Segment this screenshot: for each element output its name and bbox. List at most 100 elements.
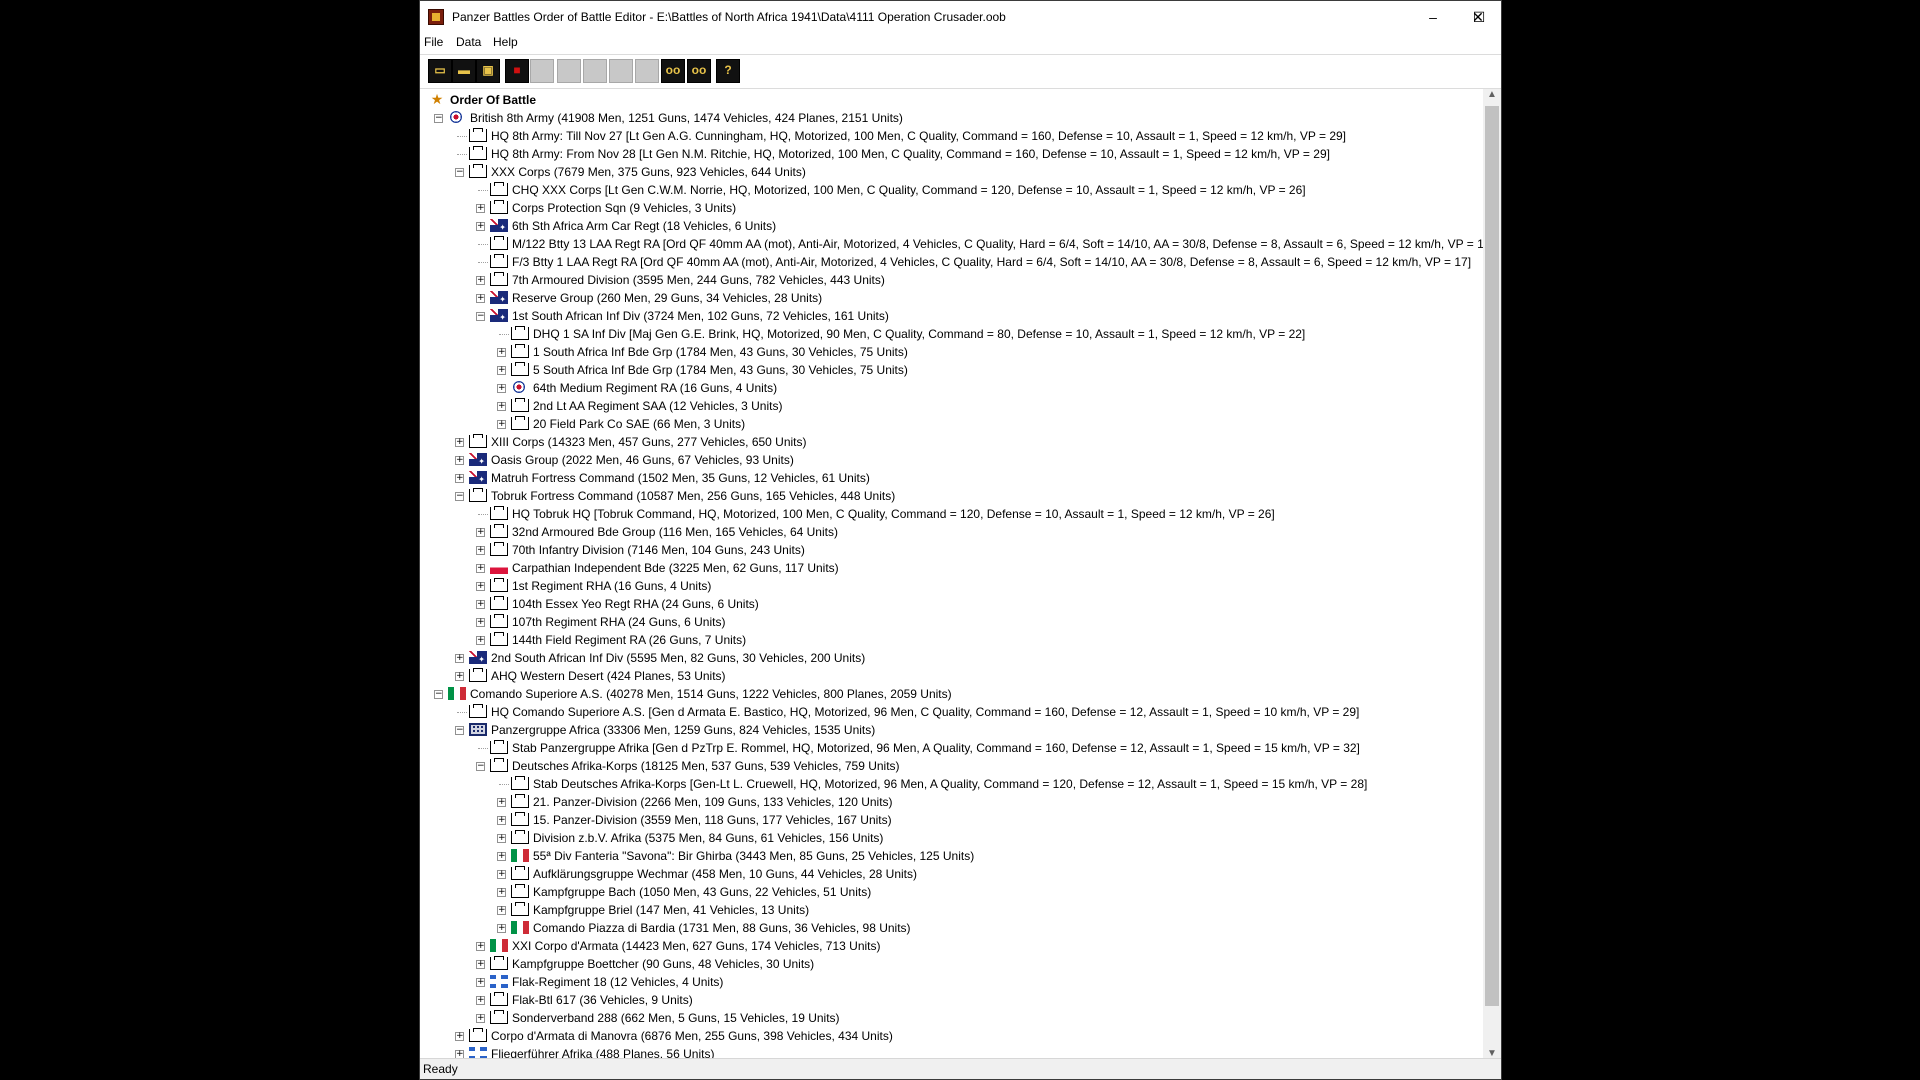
tree-item-label: HQ Tobruk HQ [Tobruk Command, HQ, Motori… (512, 507, 1275, 521)
expand-icon[interactable]: + (497, 402, 506, 411)
unit-symbol-icon (490, 254, 508, 268)
tree-item-label: Corps Protection Sqn (9 Vehicles, 3 Unit… (512, 201, 737, 215)
status-text: Ready (423, 1062, 458, 1076)
menu-help[interactable]: Help (493, 35, 518, 49)
tree-item-label: Tobruk Fortress Command (10587 Men, 256 … (491, 489, 896, 503)
expand-icon[interactable]: + (497, 906, 506, 915)
find-next-icon[interactable]: oo (687, 59, 711, 83)
tree-item-label: Kampfgruppe Briel (147 Men, 41 Vehicles,… (533, 903, 810, 917)
collapse-icon[interactable]: − (476, 762, 485, 771)
collapse-icon[interactable]: − (476, 312, 485, 321)
commonwealth-flag-icon (490, 291, 508, 304)
expand-icon[interactable]: + (497, 870, 506, 879)
tree-item-label: 55ª Div Fanteria "Savona": Bir Ghirba (3… (533, 849, 975, 863)
paste-icon[interactable] (583, 59, 607, 83)
unit-symbol-icon (490, 272, 508, 286)
vertical-scrollbar[interactable]: ▲ ▼ (1483, 89, 1501, 1059)
scrollbar-thumb[interactable] (1485, 106, 1499, 1006)
expand-icon[interactable]: + (455, 438, 464, 447)
expand-icon[interactable]: + (476, 564, 485, 573)
collapse-icon[interactable]: − (455, 168, 464, 177)
expand-icon[interactable]: + (476, 618, 485, 627)
expand-icon[interactable]: + (476, 996, 485, 1005)
expand-icon[interactable]: + (455, 1032, 464, 1041)
unit-symbol-icon (511, 794, 529, 808)
open-file-icon[interactable]: ▬ (452, 59, 476, 83)
tree-item-label: 15. Panzer-Division (3559 Men, 118 Guns,… (533, 813, 892, 827)
unit-symbol-icon (490, 614, 508, 628)
expand-icon[interactable]: + (476, 204, 485, 213)
expand-icon[interactable]: + (497, 834, 506, 843)
move-up-icon[interactable] (609, 59, 633, 83)
copy-icon[interactable] (557, 59, 581, 83)
expand-icon[interactable]: + (455, 456, 464, 465)
expand-icon[interactable]: + (497, 888, 506, 897)
close-button[interactable]: ✕ (1455, 1, 1501, 33)
tree-item-label: Deutsches Afrika-Korps (18125 Men, 537 G… (512, 759, 900, 773)
save-file-icon[interactable]: ▣ (476, 59, 500, 83)
tree-item-label: 7th Armoured Division (3595 Men, 244 Gun… (512, 273, 885, 287)
help-glyph: ? (724, 63, 732, 77)
expand-icon[interactable]: + (476, 978, 485, 987)
expand-icon[interactable]: + (476, 294, 485, 303)
expand-icon[interactable]: + (476, 582, 485, 591)
order-of-battle-tree[interactable]: ★ Order Of Battle − British 8th Army (41908… (420, 89, 1483, 1059)
tree-item-label: AHQ Western Desert (424 Planes, 53 Units… (491, 669, 726, 683)
expand-icon[interactable]: + (476, 222, 485, 231)
expand-icon[interactable]: + (497, 852, 506, 861)
delete-icon[interactable]: ■ (505, 59, 529, 83)
tree-item-label: Stab Panzergruppe Afrika [Gen d PzTrp E.… (512, 741, 1360, 755)
help-icon[interactable]: ? (716, 59, 740, 83)
tree-item-label: British 8th Army (41908 Men, 1251 Guns, … (470, 111, 903, 125)
move-down-icon[interactable] (635, 59, 659, 83)
menu-data[interactable]: Data (456, 35, 481, 49)
expand-icon[interactable]: + (497, 384, 506, 393)
expand-icon[interactable]: + (476, 528, 485, 537)
tree-item-label: Panzergruppe Africa (33306 Men, 1259 Gun… (491, 723, 876, 737)
expand-icon[interactable]: + (455, 672, 464, 681)
collapse-icon[interactable]: − (434, 114, 443, 123)
tree-item-label: 104th Essex Yeo Regt RHA (24 Guns, 6 Uni… (512, 597, 759, 611)
save-file-glyph: ▣ (482, 63, 494, 77)
expand-icon[interactable]: + (476, 546, 485, 555)
expand-icon[interactable]: + (497, 798, 506, 807)
unit-symbol-icon (511, 884, 529, 898)
expand-icon[interactable]: + (476, 960, 485, 969)
scroll-up-icon[interactable]: ▲ (1483, 89, 1501, 100)
expand-icon[interactable]: + (497, 420, 506, 429)
collapse-icon[interactable]: − (434, 690, 443, 699)
collapse-icon[interactable]: − (455, 492, 464, 501)
collapse-icon[interactable]: − (455, 726, 464, 735)
unit-symbol-icon (469, 164, 487, 178)
unit-symbol-icon (469, 1028, 487, 1042)
new-file-icon[interactable]: ▭ (428, 59, 452, 83)
tree-item-label: Flak-Btl 617 (36 Vehicles, 9 Units) (512, 993, 693, 1007)
commonwealth-flag-icon (490, 219, 508, 232)
cut-icon[interactable] (530, 59, 554, 83)
title-bar[interactable]: Panzer Battles Order of Battle Editor - … (420, 1, 1501, 33)
find-icon[interactable]: oo (661, 59, 685, 83)
minimize-button[interactable]: – (1410, 1, 1456, 33)
expand-icon[interactable]: + (476, 1014, 485, 1023)
tree-item-label: M/122 Btty 13 LAA Regt RA [Ord QF 40mm A… (512, 237, 1483, 251)
menu-file[interactable]: File (424, 35, 443, 49)
expand-icon[interactable]: + (455, 474, 464, 483)
find-glyph: oo (665, 63, 681, 77)
unit-symbol-icon (511, 866, 529, 880)
tree-item-label: 6th Sth Africa Arm Car Regt (18 Vehicles… (512, 219, 777, 233)
status-bar: Ready (420, 1058, 1501, 1079)
expand-icon[interactable]: + (476, 600, 485, 609)
tree-item-label: 1st South African Inf Div (3724 Men, 102… (512, 309, 889, 323)
italian-flag-icon (490, 939, 508, 952)
expand-icon[interactable]: + (476, 276, 485, 285)
tree-item-label: Oasis Group (2022 Men, 46 Guns, 67 Vehic… (491, 453, 794, 467)
expand-icon[interactable]: + (497, 816, 506, 825)
expand-icon[interactable]: + (476, 636, 485, 645)
unit-symbol-icon (490, 236, 508, 250)
unit-symbol-icon (490, 200, 508, 214)
expand-icon[interactable]: + (497, 348, 506, 357)
expand-icon[interactable]: + (497, 924, 506, 933)
expand-icon[interactable]: + (497, 366, 506, 375)
expand-icon[interactable]: + (455, 654, 464, 663)
expand-icon[interactable]: + (476, 942, 485, 951)
